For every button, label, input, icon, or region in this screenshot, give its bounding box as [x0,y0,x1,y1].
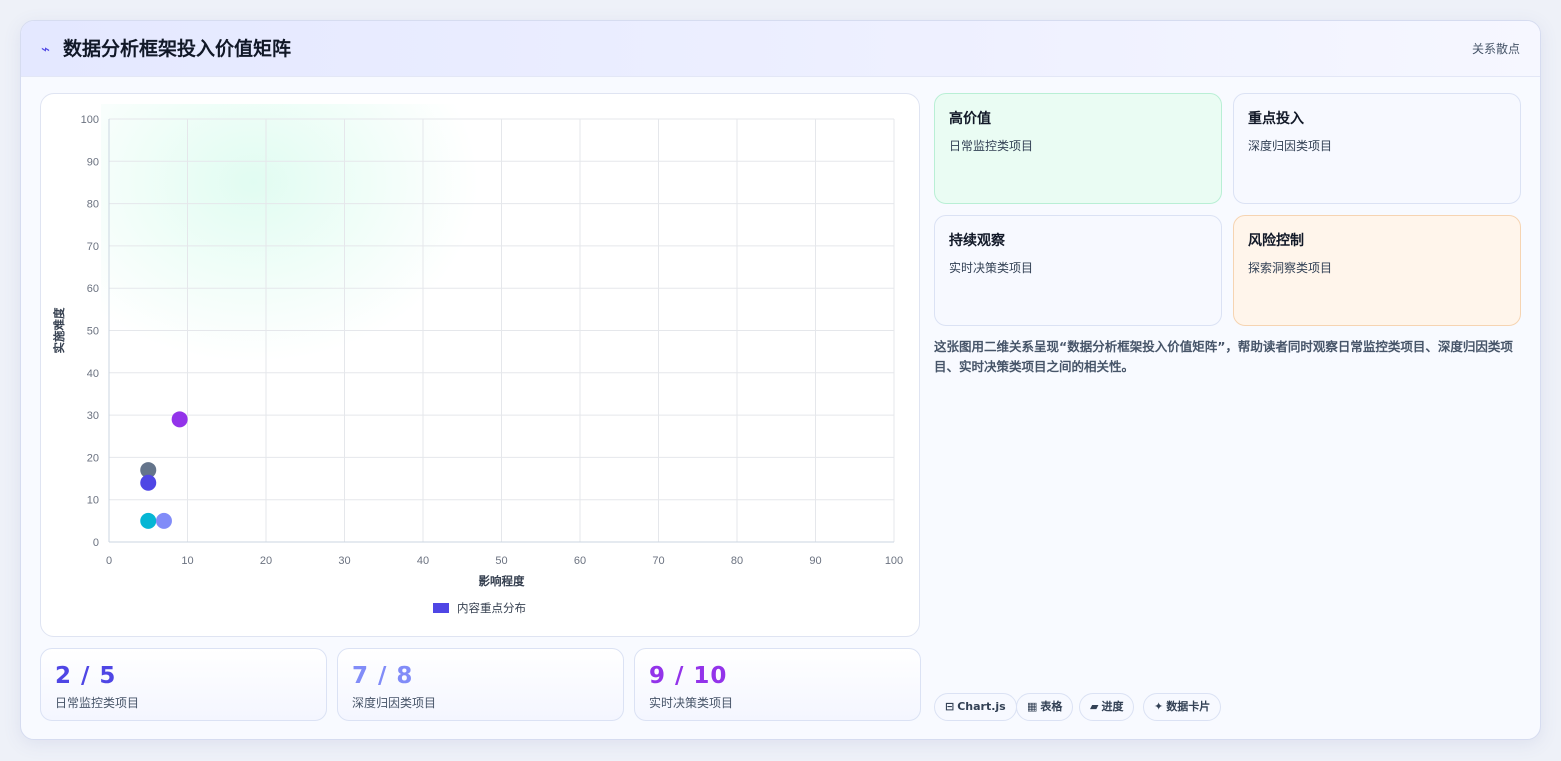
y-tick-label: 80 [87,199,99,211]
x-tick-label: 90 [809,555,821,567]
y-tick-label: 60 [87,283,99,295]
y-tick-label: 70 [87,241,99,253]
chip-label: 数据卡片 [1166,700,1211,713]
scatter-point[interactable] [140,512,157,529]
scatter-point[interactable] [171,411,188,428]
stat-value: 2 / 5 [55,663,117,689]
quadrant-subtitle: 实时决策类项目 [949,261,1034,275]
y-tick-label: 0 [93,537,99,549]
stat-label: 日常监控类项目 [55,696,140,710]
legend-label[interactable]: 内容重点分布 [457,601,526,615]
quadrant-subtitle: 探索洞察类项目 [1248,261,1333,275]
matrix-card: ⌁ 数据分析框架投入价值矩阵 关系散点 0 10 20 30 40 50 60 70 80 90 1… [20,20,1541,740]
chart-type-tag: 关系散点 [1471,42,1520,56]
legend-swatch [433,603,449,613]
scatter-chart[interactable]: 0 10 20 30 40 50 60 70 80 90 100 0 10 20 30 40 50 60 70 80 9… [41,94,920,637]
x-tick-label: 100 [885,555,903,567]
chip-label: 进度 [1101,700,1124,713]
y-tick-label: 20 [87,452,99,464]
stat-value: 9 / 10 [649,663,728,689]
x-tick-label: 10 [181,555,193,567]
chip-chartjs[interactable]: ⊟ Chart.js [934,693,1017,721]
quadrant-subtitle: 深度归因类项目 [1248,139,1333,153]
chip-data-card[interactable]: ✦ 数据卡片 [1143,693,1222,721]
chip-label: 表格 [1040,700,1063,713]
y-tick-label: 40 [87,368,99,380]
chip-progress[interactable]: ▰ 进度 [1079,693,1135,721]
chip-label: Chart.js [957,700,1006,713]
chip-table[interactable]: ▦ 表格 [1016,693,1074,721]
y-tick-label: 100 [81,114,99,126]
y-tick-label: 90 [87,156,99,168]
card-header: ⌁ 数据分析框架投入价值矩阵 关系散点 [21,21,1540,77]
x-tick-label: 0 [106,555,112,567]
y-tick-label: 30 [87,410,99,422]
stat-card-1: 2 / 5 日常监控类项目 [40,648,327,721]
stat-label: 实时决策类项目 [649,696,734,710]
y-tick-label: 50 [87,326,99,338]
x-tick-label: 20 [260,555,272,567]
chart-icon: ⊟ [945,700,955,713]
quadrant-title: 高价值 [949,111,991,127]
bolt-icon: ⌁ [41,40,51,58]
chart-panel: 0 10 20 30 40 50 60 70 80 90 100 0 10 20 30 40 50 60 70 80 9… [40,93,920,637]
page-title: 数据分析框架投入价值矩阵 [63,38,292,60]
quadrant-observe: 持续观察 实时决策类项目 [934,215,1222,326]
quadrant-title: 重点投入 [1248,111,1304,127]
quadrant-title: 风险控制 [1248,233,1304,249]
sparkle-icon: ✦ [1154,700,1164,713]
x-tick-label: 70 [652,555,664,567]
x-tick-label: 40 [417,555,429,567]
quadrant-focus-invest: 重点投入 深度归因类项目 [1233,93,1521,204]
x-axis-title: 影响程度 [479,574,525,588]
stat-label: 深度归因类项目 [352,696,437,710]
stat-card-3: 9 / 10 实时决策类项目 [634,648,921,721]
chart-description: 这张图用二维关系呈现“数据分析框架投入价值矩阵”，帮助读者同时观察日常监控类项目… [934,339,1513,374]
y-axis-title: 实施难度 [52,307,66,353]
quadrant-subtitle: 日常监控类项目 [949,139,1034,153]
y-tick-label: 10 [87,495,99,507]
scatter-point[interactable] [140,474,157,491]
table-icon: ▦ [1027,700,1038,713]
x-tick-label: 50 [495,555,507,567]
quadrant-title: 持续观察 [949,233,1005,249]
stat-card-2: 7 / 8 深度归因类项目 [337,648,624,721]
quadrant-high-value: 高价值 日常监控类项目 [934,93,1222,204]
x-tick-label: 60 [574,555,586,567]
stat-value: 7 / 8 [352,663,414,689]
quadrant-risk-control: 风险控制 探索洞察类项目 [1233,215,1521,326]
x-tick-label: 80 [731,555,743,567]
x-tick-label: 30 [338,555,350,567]
scatter-point[interactable] [155,512,172,529]
progress-icon: ▰ [1090,700,1099,713]
